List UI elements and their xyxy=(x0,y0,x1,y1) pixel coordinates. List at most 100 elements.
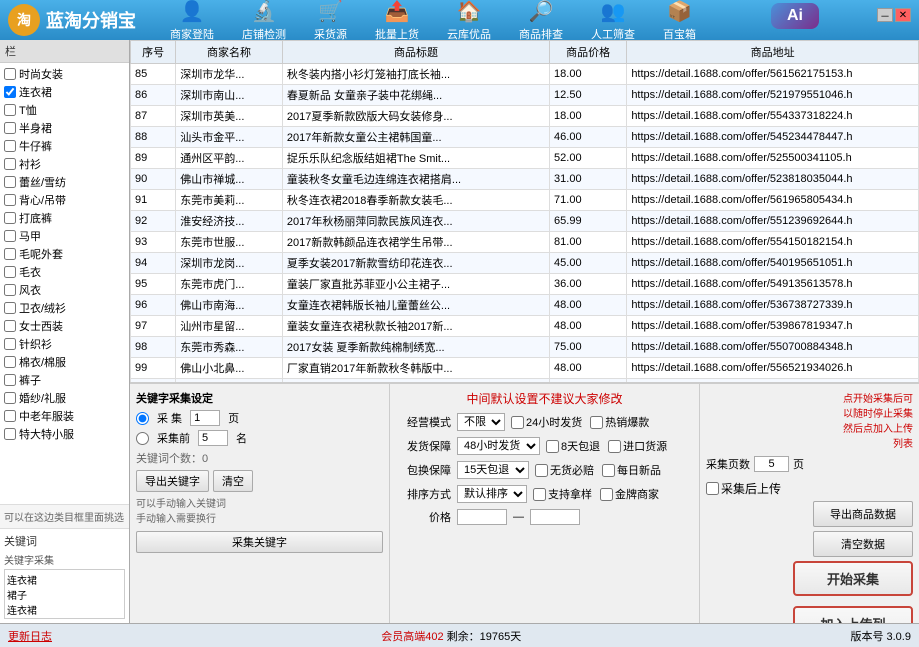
category-lace[interactable]: 蕾丝/雪纺 xyxy=(2,173,127,191)
nav-sourcing[interactable]: 🛒 采货源 xyxy=(300,0,361,46)
cb-import[interactable]: 进口货源 xyxy=(608,438,667,454)
cb-gold[interactable]: 金牌商家 xyxy=(600,486,659,502)
category-pants[interactable]: 裤子 xyxy=(2,371,127,389)
business-mode-select[interactable]: 不限工厂贸易 xyxy=(457,413,505,431)
category-sweater[interactable]: 毛衣 xyxy=(2,263,127,281)
cell-title: 2017夏季新款欧版大码女装修身... xyxy=(282,106,549,127)
category-vest2[interactable]: 马甲 xyxy=(2,227,127,245)
category-coat[interactable]: 毛呢外套 xyxy=(2,245,127,263)
package-select[interactable]: 15天包退7天包退不限 xyxy=(457,461,529,479)
update-log-link[interactable]: 更新日志 xyxy=(8,628,52,644)
cb-24h[interactable]: 24小时发货 xyxy=(511,414,582,430)
collect-page-input[interactable] xyxy=(190,410,220,426)
cb-hot[interactable]: 热销爆款 xyxy=(590,414,649,430)
collect-before-radio[interactable] xyxy=(136,432,149,445)
category-cotton-checkbox[interactable] xyxy=(4,356,16,368)
category-knit-checkbox[interactable] xyxy=(4,338,16,350)
category-fashionwomen[interactable]: 时尚女装 xyxy=(2,65,127,83)
collect-page-radio[interactable] xyxy=(136,412,149,425)
category-cotton[interactable]: 棉衣/棉服 xyxy=(2,353,127,371)
nav-merchant-login[interactable]: 👤 商家登陆 xyxy=(156,0,228,46)
category-dress[interactable]: 连衣裙 xyxy=(2,83,127,101)
category-hoodie[interactable]: 卫衣/绒衫 xyxy=(2,299,127,317)
table-row[interactable]: 88汕头市金平...2017年新款女童公主裙韩国童...46.00https:/… xyxy=(131,127,919,148)
category-windcoat[interactable]: 风衣 xyxy=(2,281,127,299)
nav-manual-filter[interactable]: 👥 人工筛查 xyxy=(577,0,649,46)
collect-before-input[interactable] xyxy=(198,430,228,446)
price-max-input[interactable] xyxy=(530,509,580,525)
product-table-container[interactable]: 序号 商家名称 商品标题 商品价格 商品地址 85深圳市龙华...秋冬装内搭小衫… xyxy=(130,40,919,383)
nav-batch-upload[interactable]: 📤 批量上货 xyxy=(361,0,433,46)
category-wedding[interactable]: 婚纱/礼服 xyxy=(2,389,127,407)
category-sweater-checkbox[interactable] xyxy=(4,266,16,278)
category-windcoat-checkbox[interactable] xyxy=(4,284,16,296)
category-jeans-checkbox[interactable] xyxy=(4,140,16,152)
cb-sample[interactable]: 支持拿样 xyxy=(533,486,592,502)
cb-dailynew[interactable]: 每日新品 xyxy=(602,462,661,478)
nav-shop-detect[interactable]: 🔬 店铺检测 xyxy=(228,0,300,46)
table-row[interactable]: 93东莞市世服...2017新款韩颜品连衣裙学生吊带...81.00https:… xyxy=(131,232,919,253)
collect-pages-input[interactable] xyxy=(754,456,789,472)
category-shirt[interactable]: 衬衫 xyxy=(2,155,127,173)
category-leggings-checkbox[interactable] xyxy=(4,212,16,224)
clear-keyword-button[interactable]: 清空 xyxy=(213,470,253,492)
category-vest2-checkbox[interactable] xyxy=(4,230,16,242)
category-plus[interactable]: 特大特小服 xyxy=(2,425,127,443)
category-jeans[interactable]: 牛仔裤 xyxy=(2,137,127,155)
table-row[interactable]: 94深圳市龙岗...夏季女装2017新款雪纺印花连衣...45.00https:… xyxy=(131,253,919,274)
category-skirt[interactable]: 半身裙 xyxy=(2,119,127,137)
category-leggings[interactable]: 打底裤 xyxy=(2,209,127,227)
category-vest[interactable]: 背心/吊带 xyxy=(2,191,127,209)
nav-toolbox[interactable]: 📦 百宝箱 xyxy=(649,0,710,46)
category-fashionwomen-checkbox[interactable] xyxy=(4,68,16,80)
category-elder-checkbox[interactable] xyxy=(4,410,16,422)
collect-keyword-button[interactable]: 采集关键字 xyxy=(136,531,383,553)
export-data-button[interactable]: 导出商品数据 xyxy=(813,501,913,527)
clear-data-button[interactable]: 清空数据 xyxy=(813,531,913,557)
category-coat-checkbox[interactable] xyxy=(4,248,16,260)
category-lace-checkbox[interactable] xyxy=(4,176,16,188)
export-keyword-button[interactable]: 导出关键字 xyxy=(136,470,209,492)
category-hoodie-checkbox[interactable] xyxy=(4,302,16,314)
table-row[interactable]: 92淮安经济技...2017年秋杨丽萍同款民族风连衣...65.99https:… xyxy=(131,211,919,232)
table-row[interactable]: 99佛山小北鼻...厂家直销2017年新款秋冬韩版中...48.00https:… xyxy=(131,358,919,379)
close-button[interactable]: ✕ xyxy=(895,8,911,22)
delivery-select[interactable]: 48小时发货24小时发货当日发货 xyxy=(457,437,540,455)
category-suit[interactable]: 女士西装 xyxy=(2,317,127,335)
category-knit[interactable]: 针织衫 xyxy=(2,335,127,353)
cb-8day[interactable]: 8天包退 xyxy=(546,438,600,454)
table-row[interactable]: 96佛山市南海...女童连衣裙韩版长袖儿童蕾丝公...48.00https://… xyxy=(131,295,919,316)
category-wedding-checkbox[interactable] xyxy=(4,392,16,404)
table-row[interactable]: 86深圳市南山...春夏新品 女童亲子装中花绑绳...12.50https://… xyxy=(131,85,919,106)
nav-product-check[interactable]: 🔎 商品排查 xyxy=(505,0,577,46)
category-suit-checkbox[interactable] xyxy=(4,320,16,332)
table-row[interactable]: 87深圳市英美...2017夏季新款欧版大码女装修身...18.00https:… xyxy=(131,106,919,127)
price-min-input[interactable] xyxy=(457,509,507,525)
category-pants-checkbox[interactable] xyxy=(4,374,16,386)
cb-norequired[interactable]: 无货必赔 xyxy=(535,462,594,478)
category-list[interactable]: 时尚女装 连衣裙 T恤 半身裙 牛仔裤 xyxy=(0,63,129,504)
category-tshirt[interactable]: T恤 xyxy=(2,101,127,119)
category-skirt-checkbox[interactable] xyxy=(4,122,16,134)
start-collect-button[interactable]: 开始采集 xyxy=(793,561,913,596)
category-dress-checkbox[interactable] xyxy=(4,86,16,98)
keyword-list[interactable]: 连衣裙裙子连衣裙裙子女装大码时尚女装裙子 xyxy=(4,569,125,619)
category-vest-checkbox[interactable] xyxy=(4,194,16,206)
table-row[interactable]: 91东莞市美莉...秋冬连衣裙2018春季新款女装毛...71.00https:… xyxy=(131,190,919,211)
table-row[interactable]: 90佛山市禅城...童装秋冬女童毛边连绵连衣裙搭肩...31.00https:/… xyxy=(131,169,919,190)
cb-after-collect[interactable]: 采集后上传 xyxy=(706,480,913,497)
table-row[interactable]: 95东莞市虎门...童装厂家直批苏菲亚小公主裙子...36.00https://… xyxy=(131,274,919,295)
minimize-button[interactable]: － xyxy=(877,8,893,22)
category-plus-checkbox[interactable] xyxy=(4,428,16,440)
category-shirt-checkbox[interactable] xyxy=(4,158,16,170)
ai-badge[interactable]: Ai xyxy=(771,3,819,29)
category-tshirt-checkbox[interactable] xyxy=(4,104,16,116)
category-elder[interactable]: 中老年服装 xyxy=(2,407,127,425)
add-upload-button[interactable]: 加入上传列表 xyxy=(793,606,913,623)
sort-select[interactable]: 默认排序价格升序价格降序销量 xyxy=(457,485,527,503)
nav-cloud[interactable]: 🏠 云库优品 xyxy=(433,0,505,46)
table-row[interactable]: 85深圳市龙华...秋冬装内搭小衫灯笼袖打底长袖...18.00https://… xyxy=(131,64,919,85)
table-row[interactable]: 89通州区平韵...捉乐乐队纪念版结姐裙The Smit...52.00http… xyxy=(131,148,919,169)
table-row[interactable]: 97汕州市星留...童装女童连衣裙秋款长袖2017新...48.00https:… xyxy=(131,316,919,337)
table-row[interactable]: 98东莞市秀森...2017女装 夏季新款纯棉制绣宽...75.00https:… xyxy=(131,337,919,358)
